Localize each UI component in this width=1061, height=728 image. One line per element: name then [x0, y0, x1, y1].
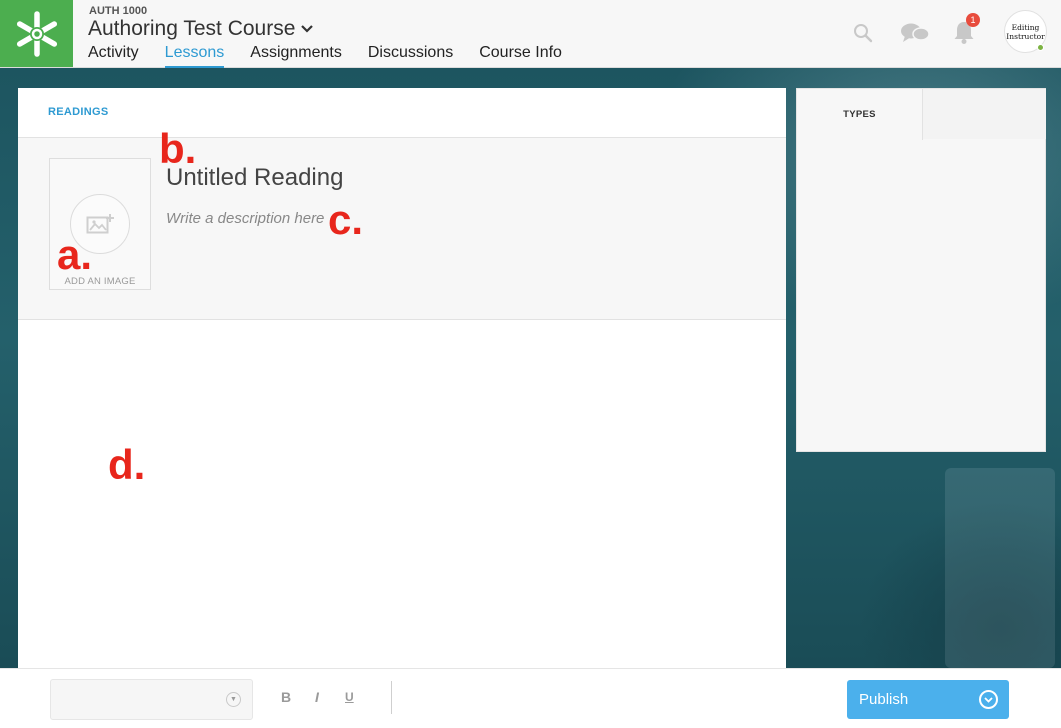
background-shape [945, 468, 1055, 668]
types-tabbar: TYPES [797, 89, 1046, 140]
text-style-select[interactable]: ▼ [50, 679, 253, 720]
annotation-b: b. [159, 125, 197, 172]
avatar-line-1: Editing [1011, 22, 1040, 32]
tab-empty[interactable] [923, 89, 1046, 139]
nav-activity[interactable]: Activity [88, 44, 139, 68]
bold-button[interactable]: B [281, 689, 291, 705]
tab-readings[interactable]: READINGS [48, 106, 108, 118]
search-icon[interactable] [853, 23, 873, 43]
description-input[interactable]: Write a description here [166, 210, 324, 227]
nav-discussions[interactable]: Discussions [368, 44, 453, 68]
chevron-down-icon: ▼ [226, 692, 241, 707]
nav-assignments[interactable]: Assignments [250, 44, 342, 68]
annotation-a: a. [57, 231, 93, 278]
app-logo[interactable] [0, 0, 73, 67]
publish-label: Publish [859, 691, 909, 708]
reading-content-area[interactable] [18, 320, 786, 668]
course-switcher[interactable]: Authoring Test Course [88, 17, 314, 41]
publish-button[interactable]: Publish [847, 680, 1009, 719]
editor-toolbar: ▼ B I U Publish [0, 668, 1061, 728]
asterisk-logo-icon [16, 10, 57, 57]
avatar-line-2: Instructor [1006, 31, 1045, 41]
nav-lessons[interactable]: Lessons [164, 44, 225, 68]
top-header: AUTH 1000 Authoring Test Course Activity… [0, 0, 1061, 68]
toolbar-divider [391, 681, 392, 714]
chevron-down-icon[interactable] [979, 690, 998, 709]
online-status-dot [1037, 44, 1044, 51]
course-title: Authoring Test Course [88, 17, 296, 40]
annotation-d: d. [108, 441, 146, 488]
reading-header: ADD AN IMAGE Untitled Reading Write a de… [18, 138, 786, 320]
reading-editor-panel: READINGS ADD AN IMAGE Untitled Reading W… [18, 88, 786, 668]
underline-button[interactable]: U [345, 690, 354, 704]
italic-button[interactable]: I [315, 689, 319, 705]
panel-tabbar: READINGS [18, 88, 786, 138]
course-code: AUTH 1000 [89, 5, 148, 17]
tab-types[interactable]: TYPES [797, 89, 923, 140]
chat-icon[interactable] [900, 22, 930, 44]
chevron-down-icon [301, 25, 314, 33]
types-panel: TYPES [796, 88, 1046, 452]
course-nav: Activity Lessons Assignments Discussions… [88, 44, 588, 68]
notification-badge: 1 [966, 13, 980, 27]
annotation-c: c. [328, 196, 364, 243]
nav-course-info[interactable]: Course Info [479, 44, 562, 68]
